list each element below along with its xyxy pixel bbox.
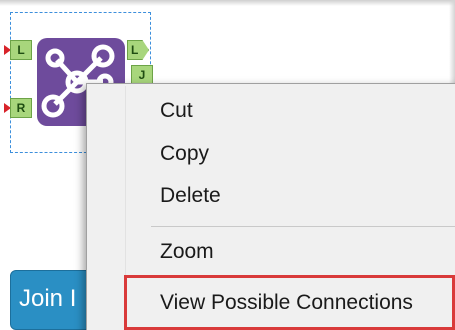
page-edge-shadow (0, 0, 455, 6)
canvas[interactable]: L R L J Join I Cut Copy Delete Zoom View… (0, 0, 455, 330)
menu-item-zoom[interactable]: Zoom (160, 240, 214, 264)
input-anchor-right[interactable]: R (10, 98, 32, 118)
menu-item-delete[interactable]: Delete (160, 184, 221, 208)
output-anchor-join[interactable]: J (131, 65, 153, 85)
menu-item-copy[interactable]: Copy (160, 142, 209, 166)
input-anchor-left[interactable]: L (10, 40, 32, 60)
highlight-annotation-box (124, 275, 455, 330)
menu-separator (151, 226, 455, 227)
menu-item-cut[interactable]: Cut (160, 99, 193, 123)
